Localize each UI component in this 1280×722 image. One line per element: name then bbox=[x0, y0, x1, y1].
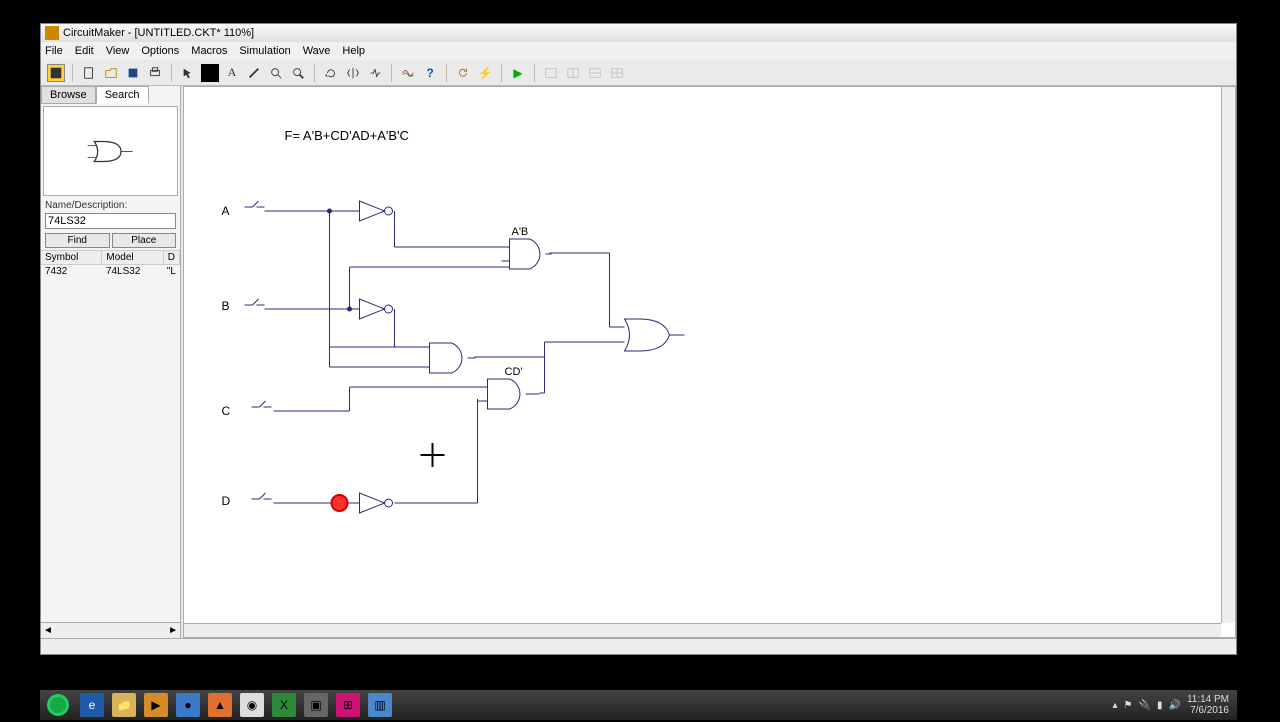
title-bar: CircuitMaker - [UNTITLED.CKT* 110%] bbox=[41, 24, 1236, 42]
name-desc-label: Name/Description: bbox=[41, 198, 180, 213]
menu-macros[interactable]: Macros bbox=[191, 45, 227, 57]
trace-icon[interactable]: ⚡ bbox=[476, 64, 494, 82]
save-icon[interactable] bbox=[124, 64, 142, 82]
arrow-tool-icon[interactable] bbox=[179, 64, 197, 82]
window-title: CircuitMaker - [UNTITLED.CKT* 110%] bbox=[63, 27, 254, 39]
list-row[interactable]: 7432 74LS32 "L bbox=[41, 265, 180, 278]
rotate-icon[interactable] bbox=[322, 64, 340, 82]
tool-digital[interactable] bbox=[47, 64, 65, 82]
canvas-vscroll[interactable] bbox=[1221, 87, 1235, 623]
tray-flag-icon[interactable]: ⚑ bbox=[1124, 700, 1133, 711]
app-icon bbox=[45, 26, 59, 40]
tray-arrow-icon[interactable]: ▴ bbox=[1113, 700, 1118, 711]
tray-volume-icon[interactable]: 🔊 bbox=[1168, 700, 1180, 711]
menu-wave[interactable]: Wave bbox=[303, 45, 331, 57]
help-icon[interactable]: ? bbox=[421, 64, 439, 82]
task-app2-icon[interactable]: ▣ bbox=[304, 693, 328, 717]
scroll-left-icon[interactable]: ◄ bbox=[43, 625, 53, 636]
input-a-label: A bbox=[222, 204, 230, 218]
col-symbol[interactable]: Symbol bbox=[41, 251, 102, 264]
task-excel-icon[interactable]: X bbox=[272, 693, 296, 717]
reset-icon[interactable] bbox=[454, 64, 472, 82]
status-bar bbox=[41, 638, 1236, 654]
open-file-icon[interactable] bbox=[102, 64, 120, 82]
task-app1-icon[interactable]: ● bbox=[176, 693, 200, 717]
menu-file[interactable]: File bbox=[45, 45, 63, 57]
gate-label-cd: CD' bbox=[505, 366, 523, 378]
canvas[interactable]: F= A'B+CD'AD+A'B'C A B C D bbox=[183, 86, 1236, 638]
task-chrome-icon[interactable]: ◉ bbox=[240, 693, 264, 717]
input-c-label: C bbox=[222, 404, 231, 418]
menu-bar: File Edit View Options Macros Simulation… bbox=[41, 42, 1236, 60]
equation-text: F= A'B+CD'AD+A'B'C bbox=[285, 128, 409, 143]
col-d[interactable]: D bbox=[164, 251, 180, 264]
tool-bar: A ? bbox=[41, 60, 1236, 86]
cell-symbol: 7432 bbox=[41, 265, 102, 278]
task-app3-icon[interactable]: ▥ bbox=[368, 693, 392, 717]
print-icon[interactable] bbox=[146, 64, 164, 82]
side-panel: Browse Search Name/Description: Find Pla… bbox=[41, 86, 181, 638]
mirror-icon[interactable] bbox=[344, 64, 362, 82]
new-file-icon[interactable] bbox=[80, 64, 98, 82]
menu-help[interactable]: Help bbox=[342, 45, 365, 57]
input-d-label: D bbox=[222, 494, 231, 508]
zoom-icon[interactable] bbox=[289, 64, 307, 82]
tray-time[interactable]: 11:14 PM bbox=[1187, 694, 1229, 705]
step-icon[interactable] bbox=[366, 64, 384, 82]
start-button[interactable] bbox=[46, 693, 70, 717]
input-b-label: B bbox=[222, 299, 230, 313]
wave-icon[interactable] bbox=[399, 64, 417, 82]
panel3-icon[interactable] bbox=[586, 64, 604, 82]
find-button[interactable]: Find bbox=[45, 233, 110, 248]
rect-tool-icon[interactable] bbox=[201, 64, 219, 82]
task-vlc-icon[interactable]: ▲ bbox=[208, 693, 232, 717]
probe-icon[interactable] bbox=[245, 64, 263, 82]
canvas-hscroll[interactable] bbox=[184, 623, 1221, 637]
symbol-preview bbox=[43, 106, 178, 196]
menu-simulation[interactable]: Simulation bbox=[239, 45, 290, 57]
tab-browse[interactable]: Browse bbox=[41, 86, 96, 104]
tray-network-icon[interactable]: ▮ bbox=[1157, 700, 1163, 711]
cell-model: 74LS32 bbox=[102, 265, 163, 278]
app-window: CircuitMaker - [UNTITLED.CKT* 110%] File… bbox=[40, 23, 1237, 655]
name-input[interactable] bbox=[45, 213, 176, 229]
tray-date[interactable]: 7/6/2016 bbox=[1187, 705, 1229, 716]
place-button[interactable]: Place bbox=[112, 233, 177, 248]
side-hscroll[interactable]: ◄ ► bbox=[41, 622, 180, 638]
panel2-icon[interactable] bbox=[564, 64, 582, 82]
menu-options[interactable]: Options bbox=[141, 45, 179, 57]
task-ie-icon[interactable]: e bbox=[80, 693, 104, 717]
scroll-right-icon[interactable]: ► bbox=[168, 625, 178, 636]
task-circuitmaker-icon[interactable]: ⊞ bbox=[336, 693, 360, 717]
tray-power-icon[interactable]: 🔌 bbox=[1139, 700, 1151, 711]
run-icon[interactable]: ▶ bbox=[509, 64, 527, 82]
col-model[interactable]: Model bbox=[102, 251, 163, 264]
cursor-crosshair bbox=[421, 443, 445, 467]
panel4-icon[interactable] bbox=[608, 64, 626, 82]
panel1-icon[interactable] bbox=[542, 64, 560, 82]
taskbar: e 📁 ▶ ● ▲ ◉ X ▣ ⊞ ▥ ▴ ⚑ 🔌 ▮ 🔊 11:14 PM 7… bbox=[40, 690, 1237, 720]
tab-search[interactable]: Search bbox=[96, 86, 149, 104]
zoom-select-icon[interactable] bbox=[267, 64, 285, 82]
system-tray: ▴ ⚑ 🔌 ▮ 🔊 11:14 PM 7/6/2016 bbox=[1113, 694, 1237, 716]
gate-label-ab: A'B bbox=[512, 226, 529, 238]
text-tool-icon[interactable]: A bbox=[223, 64, 241, 82]
cell-d: "L bbox=[163, 265, 180, 278]
highlight-marker bbox=[332, 495, 348, 511]
task-explorer-icon[interactable]: 📁 bbox=[112, 693, 136, 717]
menu-edit[interactable]: Edit bbox=[75, 45, 94, 57]
list-header[interactable]: Symbol Model D bbox=[41, 250, 180, 265]
task-media-icon[interactable]: ▶ bbox=[144, 693, 168, 717]
menu-view[interactable]: View bbox=[106, 45, 130, 57]
